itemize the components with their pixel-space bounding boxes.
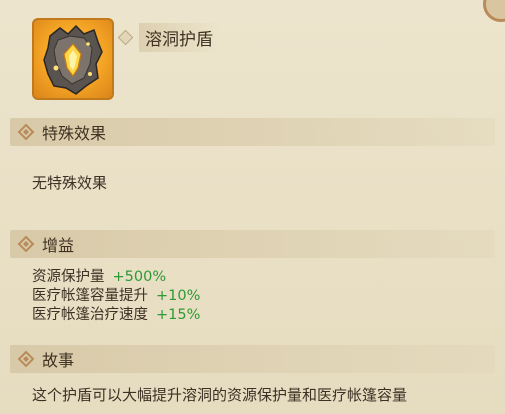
story-text: 这个护盾可以大幅提升溶洞的资源保护量和医疗帐篷容量 [32, 386, 408, 404]
bonus-value: +15% [156, 307, 201, 323]
item-detail-panel: 溶洞护盾 特殊效果 无特殊效果 增益 资源保护量 +500% 医疗帐篷容量提升 +1… [0, 0, 505, 414]
special-effect-text: 无特殊效果 [32, 174, 108, 192]
bonus-label: 资源保护量 [32, 269, 105, 285]
bonus-line: 医疗帐篷治疗速度 +15% [32, 306, 200, 325]
bonus-list: 资源保护量 +500% 医疗帐篷容量提升 +10% 医疗帐篷治疗速度 +15% [32, 268, 200, 325]
section-header-special: 特殊效果 [10, 118, 495, 146]
chevron-diamond-icon [17, 350, 35, 368]
bonus-label: 医疗帐篷治疗速度 [32, 307, 148, 323]
close-ring-icon[interactable] [483, 0, 505, 22]
shield-graphic [43, 24, 103, 95]
section-title-special: 特殊效果 [42, 124, 107, 143]
chevron-diamond-icon [17, 123, 35, 141]
section-title-story: 故事 [42, 351, 75, 370]
bonus-value: +500% [112, 269, 167, 285]
bonus-line: 资源保护量 +500% [32, 268, 200, 287]
item-name: 溶洞护盾 [139, 22, 219, 52]
chevron-diamond-icon [17, 235, 35, 253]
bonus-value: +10% [156, 288, 201, 304]
bonus-line: 医疗帐篷容量提升 +10% [32, 287, 200, 306]
section-header-bonus: 增益 [10, 230, 495, 258]
section-header-story: 故事 [10, 345, 495, 373]
item-name-row: 溶洞护盾 [117, 22, 219, 52]
bonus-label: 医疗帐篷容量提升 [32, 288, 148, 304]
diamond-bullet-icon [117, 29, 134, 45]
section-title-bonus: 增益 [42, 236, 75, 255]
cave-shield-icon [32, 18, 114, 100]
